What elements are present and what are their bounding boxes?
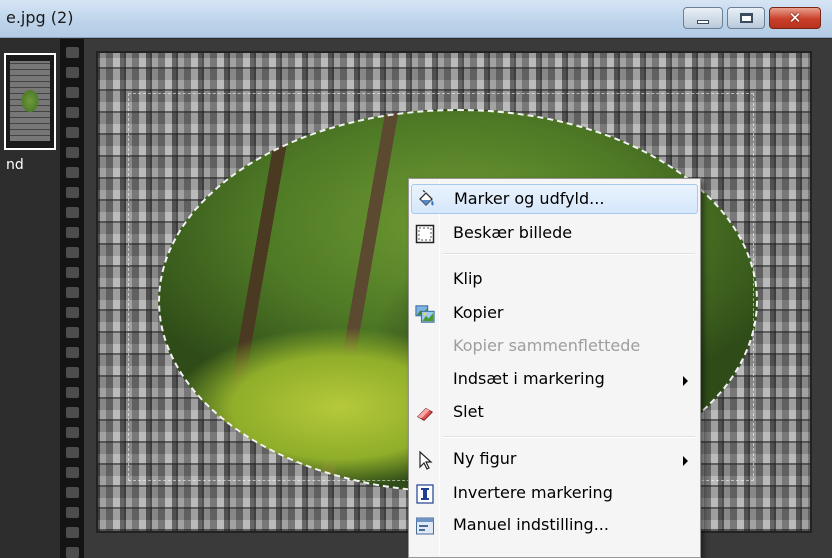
window-title: e.jpg (2)	[6, 8, 74, 27]
context-menu: Marker og udfyld... Beskær billede Klip …	[408, 178, 701, 558]
film-sprocket	[66, 287, 79, 298]
menu-item-label: Manuel indstilling...	[453, 515, 609, 534]
film-sprocket	[66, 407, 79, 418]
menu-item-label: Beskær billede	[453, 223, 573, 242]
thumbnail-panel: nd	[0, 39, 60, 558]
thumbnail-label: nd	[6, 157, 24, 173]
menu-item-manuel-indstilling[interactable]: Manuel indstilling...	[411, 511, 698, 541]
menu-item-kopier-sammenflettede[interactable]: Kopier sammenflettede	[411, 332, 698, 362]
submenu-arrow-icon	[683, 376, 688, 386]
film-strip	[60, 39, 84, 558]
menu-item-label: Ny figur	[453, 449, 517, 468]
eraser-icon	[415, 403, 435, 423]
copy-pictures-icon	[415, 304, 435, 324]
menu-item-label: Marker og udfyld...	[454, 189, 605, 208]
film-sprocket	[66, 47, 79, 58]
film-sprocket	[66, 67, 79, 78]
menu-separator	[443, 253, 695, 255]
film-sprocket	[66, 107, 79, 118]
menu-item-ny-figur[interactable]: Ny figur	[411, 445, 698, 475]
film-sprocket	[66, 387, 79, 398]
film-sprocket	[66, 147, 79, 158]
film-sprocket	[66, 327, 79, 338]
submenu-arrow-icon	[683, 456, 688, 466]
film-sprocket	[66, 227, 79, 238]
menu-item-label: Klip	[453, 269, 483, 288]
menu-item-klip[interactable]: Klip	[411, 265, 698, 295]
thumbnail-preview	[10, 61, 50, 141]
film-sprocket	[66, 127, 79, 138]
menu-item-slet[interactable]: Slet	[411, 398, 698, 428]
film-sprocket	[66, 367, 79, 378]
manual-setting-icon	[415, 516, 435, 536]
film-sprocket	[66, 507, 79, 518]
film-sprocket	[66, 207, 79, 218]
thumbnail-image[interactable]	[4, 53, 56, 150]
title-bar: e.jpg (2) ✕	[0, 0, 832, 38]
menu-item-label: Kopier	[453, 303, 504, 322]
menu-item-invertere-markering[interactable]: Invertere markering	[411, 479, 698, 509]
menu-item-beskaer-billede[interactable]: Beskær billede	[411, 219, 698, 249]
menu-separator	[443, 436, 695, 438]
invert-selection-icon	[415, 484, 435, 504]
menu-item-indsaet-i-markering[interactable]: Indsæt i markering	[411, 365, 698, 395]
crop-icon	[415, 224, 435, 244]
film-sprocket	[66, 267, 79, 278]
pointer-icon	[415, 450, 435, 470]
menu-item-kopier[interactable]: Kopier	[411, 299, 698, 329]
film-sprocket	[66, 487, 79, 498]
film-sprocket	[66, 447, 79, 458]
film-sprocket	[66, 87, 79, 98]
minimize-button[interactable]	[683, 7, 723, 29]
menu-item-label: Kopier sammenflettede	[453, 336, 641, 355]
film-sprocket	[66, 307, 79, 318]
menu-item-label: Slet	[453, 402, 484, 421]
film-sprocket	[66, 467, 79, 478]
close-icon: ✕	[788, 8, 802, 27]
film-sprocket	[66, 167, 79, 178]
menu-item-marker-og-udfyld[interactable]: Marker og udfyld...	[411, 184, 698, 214]
maximize-button[interactable]	[727, 7, 765, 29]
maximize-icon	[739, 13, 753, 23]
film-sprocket	[66, 547, 79, 558]
film-sprocket	[66, 347, 79, 358]
film-sprocket	[66, 527, 79, 538]
menu-item-label: Invertere markering	[453, 483, 613, 502]
minimize-icon	[697, 20, 709, 24]
close-button[interactable]: ✕	[769, 7, 821, 29]
menu-item-label: Indsæt i markering	[453, 369, 605, 388]
film-sprocket	[66, 247, 79, 258]
film-sprocket	[66, 427, 79, 438]
film-sprocket	[66, 187, 79, 198]
paint-bucket-icon	[416, 190, 436, 210]
